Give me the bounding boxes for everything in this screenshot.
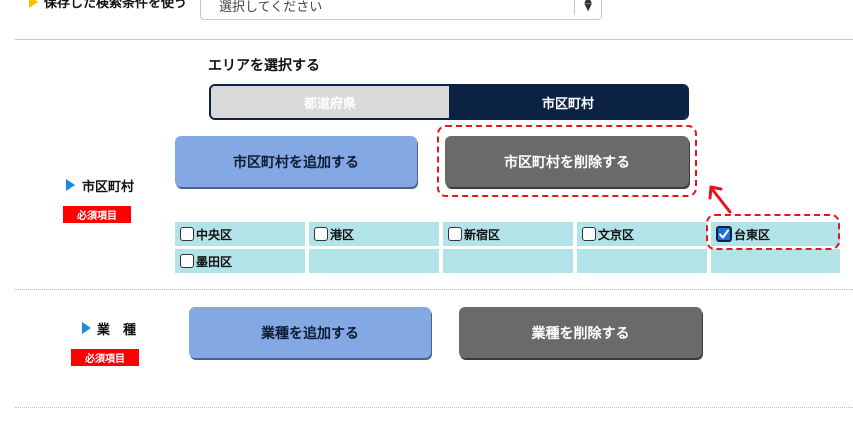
add-industry-button[interactable]: 業種を追加する [189, 307, 431, 358]
option-label: 中央区 [196, 227, 233, 242]
checkbox[interactable] [314, 227, 328, 241]
empty-cell [711, 249, 840, 273]
option-label: 墨田区 [196, 254, 233, 269]
municipality-option[interactable]: 中央区 [175, 222, 305, 246]
tab-municipality[interactable]: 市区町村 [449, 86, 687, 118]
checkbox[interactable] [180, 254, 194, 268]
add-municipality-button[interactable]: 市区町村を追加する [175, 136, 417, 187]
checkbox[interactable] [180, 227, 194, 241]
municipality-option[interactable]: 墨田区 [175, 249, 305, 273]
divider [15, 407, 853, 408]
chevron-updown-icon: ▲▼ [584, 0, 592, 13]
saved-search-select[interactable]: 選択してください ▲▼ [200, 0, 602, 20]
checkbox[interactable] [448, 227, 462, 241]
empty-cell [443, 249, 573, 273]
arrow-up-right-icon [708, 185, 732, 214]
municipality-option[interactable]: 文京区 [577, 222, 707, 246]
checkbox[interactable] [582, 227, 596, 241]
saved-search-label: 保存した検索条件を使う [44, 0, 188, 11]
option-label: 新宿区 [464, 227, 501, 242]
select-divider [574, 0, 575, 15]
municipality-option[interactable]: 港区 [309, 222, 439, 246]
remove-industry-button[interactable]: 業種を削除する [459, 307, 702, 358]
required-badge: 必須項目 [71, 349, 139, 366]
empty-cell [577, 249, 707, 273]
highlight-remove-button [437, 125, 697, 197]
saved-search-placeholder: 選択してください [219, 0, 323, 15]
triangle-right-icon [82, 322, 91, 334]
required-badge: 必須項目 [63, 206, 131, 223]
triangle-right-icon [29, 0, 38, 8]
empty-cell [309, 249, 439, 273]
area-toggle: 都道府県 市区町村 [209, 84, 689, 120]
divider [15, 289, 853, 290]
municipality-label: 市区町村 [82, 180, 135, 195]
area-title: エリアを選択する [208, 58, 320, 74]
triangle-right-icon [66, 179, 75, 191]
option-label: 文京区 [598, 227, 635, 242]
divider [15, 39, 853, 40]
tab-prefecture[interactable]: 都道府県 [211, 86, 449, 118]
industry-label: 業 種 [97, 323, 137, 338]
option-label: 港区 [330, 227, 355, 242]
municipality-option[interactable]: 新宿区 [443, 222, 573, 246]
